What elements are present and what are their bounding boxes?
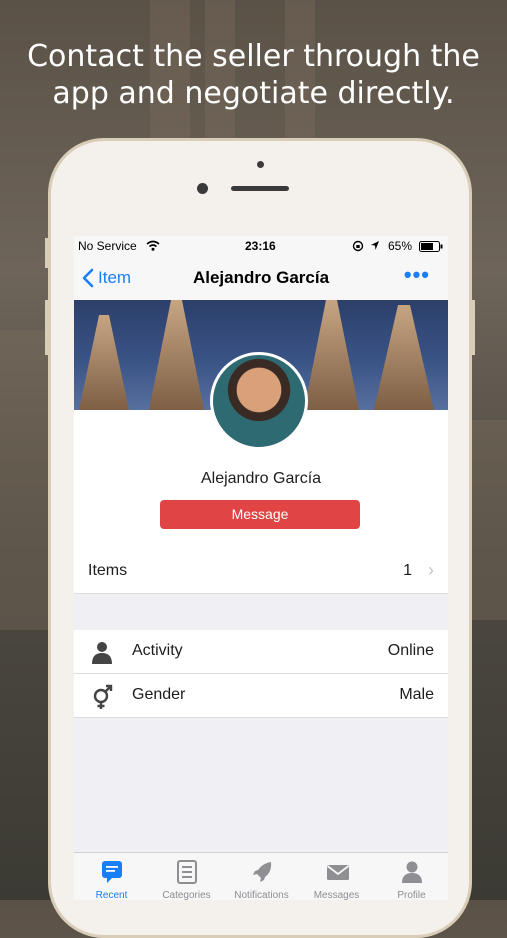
rotation-lock-icon xyxy=(352,240,364,252)
wifi-icon xyxy=(146,240,160,251)
app-screen: No Service 23:16 65% Item Alejandro Garc… xyxy=(74,236,448,900)
tab-label: Messages xyxy=(313,890,360,900)
power-button xyxy=(472,300,475,355)
categories-icon xyxy=(177,860,197,884)
tab-notifications[interactable]: Notifications xyxy=(224,853,299,900)
headline-line-1: Contact the seller through the xyxy=(27,39,480,74)
gender-icon xyxy=(93,684,113,709)
earpiece-speaker xyxy=(231,186,289,191)
carrier-text: No Service xyxy=(78,239,137,253)
battery-icon xyxy=(419,241,443,252)
clock: 23:16 xyxy=(245,239,276,253)
profile-icon xyxy=(402,861,422,883)
activity-label: Activity xyxy=(132,642,183,659)
tab-messages[interactable]: Messages xyxy=(299,853,374,900)
volume-button xyxy=(45,300,48,355)
more-options-button[interactable]: ••• xyxy=(404,262,430,288)
tab-categories[interactable]: Categories xyxy=(149,853,224,900)
gender-row: Gender Male xyxy=(74,674,448,718)
chevron-right-icon: › xyxy=(428,560,434,580)
activity-row: Activity Online xyxy=(74,630,448,674)
status-bar: No Service 23:16 65% xyxy=(74,236,448,256)
activity-value: Online xyxy=(387,642,434,659)
rocket-icon xyxy=(253,862,272,882)
nav-title: Alejandro García xyxy=(192,268,330,287)
background-tower xyxy=(0,330,48,630)
items-label: Items xyxy=(88,562,128,579)
proximity-sensor xyxy=(257,161,264,168)
tab-recent[interactable]: Recent xyxy=(74,853,149,900)
tab-profile[interactable]: Profile xyxy=(374,853,448,900)
tab-label: Recent xyxy=(95,890,128,900)
profile-name: Alejandro García xyxy=(200,470,322,487)
person-icon xyxy=(92,642,112,664)
recent-icon xyxy=(102,861,122,883)
tab-bar: Recent Categories Notifications Messages xyxy=(74,852,448,900)
gender-value: Male xyxy=(399,686,434,703)
avatar xyxy=(210,352,308,450)
headline: Contact the seller through the app and n… xyxy=(0,38,507,112)
headline-line-2: app and negotiate directly. xyxy=(52,76,455,111)
location-icon xyxy=(371,241,379,250)
tab-label: Profile xyxy=(397,890,426,900)
gender-label: Gender xyxy=(132,686,186,703)
message-button[interactable]: Message xyxy=(160,500,360,529)
tab-label: Notifications xyxy=(234,890,289,900)
envelope-icon xyxy=(326,865,350,880)
navigation-bar: Item Alejandro García ••• xyxy=(74,256,448,301)
volume-button xyxy=(45,238,48,268)
items-row[interactable]: Items 1 › xyxy=(74,550,448,594)
background-tower xyxy=(472,420,507,620)
front-camera xyxy=(197,183,208,194)
tab-label: Categories xyxy=(162,890,211,900)
battery-percent: 65% xyxy=(388,239,413,253)
items-count: 1 xyxy=(403,562,412,579)
